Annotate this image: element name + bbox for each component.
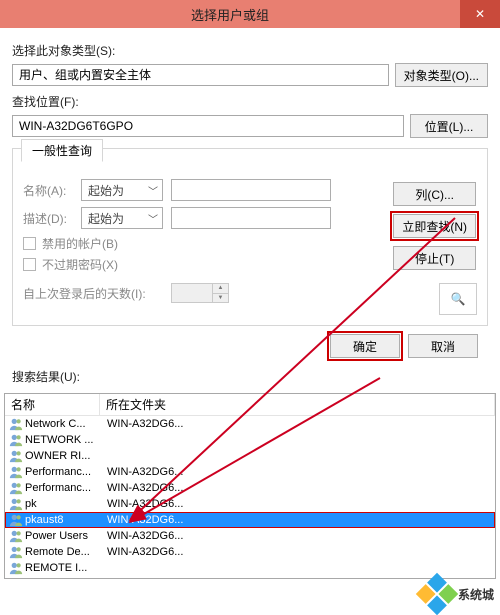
common-queries-tab[interactable]: 一般性查询 (21, 139, 103, 162)
table-row[interactable]: NETWORK ... (5, 432, 495, 448)
row-name: pkaust8 (25, 514, 103, 526)
close-icon: ✕ (475, 7, 485, 21)
last-login-stepper[interactable]: ▲▼ (171, 283, 229, 303)
user-group-icon (9, 545, 23, 559)
ok-button[interactable]: 确定 (330, 334, 400, 358)
row-name: Performanc... (25, 482, 103, 494)
table-row[interactable]: Network C...WIN-A32DG6... (5, 416, 495, 432)
table-row[interactable]: Performanc...WIN-A32DG6... (5, 480, 495, 496)
watermark-text: 系统城 (458, 586, 494, 603)
desc-mode-select[interactable]: 起始为﹀ (81, 207, 163, 229)
stop-button[interactable]: 停止(T) (393, 246, 476, 270)
object-type-label: 选择此对象类型(S): (12, 42, 488, 59)
watermark: 系统城 (422, 579, 494, 609)
row-name: Remote De... (25, 546, 103, 558)
user-group-icon (9, 481, 23, 495)
user-group-icon (9, 449, 23, 463)
user-group-icon (9, 513, 23, 527)
table-row[interactable]: Performanc...WIN-A32DG6... (5, 464, 495, 480)
location-label: 查找位置(F): (12, 93, 488, 110)
cancel-button[interactable]: 取消 (408, 334, 478, 358)
spin-up-icon[interactable]: ▲ (213, 284, 228, 294)
name-mode-select[interactable]: 起始为﹀ (81, 179, 163, 201)
row-name: REMOTE I... (25, 562, 103, 574)
table-row[interactable]: OWNER RI... (5, 448, 495, 464)
row-name: OWNER RI... (25, 450, 103, 462)
object-type-field[interactable]: 用户、组或内置安全主体 (12, 64, 389, 86)
col-folder[interactable]: 所在文件夹 (100, 394, 495, 415)
find-now-button[interactable]: 立即查找(N) (393, 214, 476, 238)
search-results-label: 搜索结果(U): (0, 368, 500, 389)
col-name[interactable]: 名称 (5, 394, 100, 415)
row-folder: WIN-A32DG6... (103, 546, 183, 558)
row-folder: WIN-A32DG6... (103, 578, 183, 579)
user-group-icon (9, 577, 23, 579)
row-folder: WIN-A32DG6... (103, 482, 183, 494)
row-folder: WIN-A32DG6... (103, 530, 183, 542)
table-row[interactable]: REMOTE I... (5, 560, 495, 576)
user-group-icon (9, 417, 23, 431)
last-login-label: 自上次登录后的天数(I): (23, 285, 163, 302)
locations-button[interactable]: 位置(L)... (410, 114, 488, 138)
row-name: Performanc... (25, 466, 103, 478)
location-field[interactable]: WIN-A32DG6T6GPO (12, 115, 404, 137)
row-name: pk (25, 498, 103, 510)
row-name: Network C... (25, 418, 103, 430)
results-header: 名称 所在文件夹 (5, 394, 495, 416)
columns-button[interactable]: 列(C)... (393, 182, 476, 206)
name-label: 名称(A): (23, 182, 73, 199)
watermark-logo-icon (416, 573, 458, 615)
table-row[interactable]: Remote De...WIN-A32DG6... (5, 544, 495, 560)
row-name: NETWORK ... (25, 434, 103, 446)
checkbox-box (23, 258, 36, 271)
row-folder: WIN-A32DG6... (103, 418, 183, 430)
row-name: Power Users (25, 530, 103, 542)
spin-down-icon[interactable]: ▼ (213, 294, 228, 303)
window-title: 选择用户或组 (0, 5, 460, 24)
chevron-down-icon: ﹀ (148, 211, 158, 226)
row-folder: WIN-A32DG6... (103, 466, 183, 478)
user-group-icon (9, 529, 23, 543)
desc-label: 描述(D): (23, 210, 73, 227)
checkbox-box (23, 237, 36, 250)
object-types-button[interactable]: 对象类型(O)... (395, 63, 488, 87)
search-icon-button[interactable]: 🔍 (439, 283, 477, 315)
table-row[interactable]: pkaust8WIN-A32DG6... (5, 512, 495, 528)
user-group-icon (9, 433, 23, 447)
name-input[interactable] (171, 179, 331, 201)
desc-input[interactable] (171, 207, 331, 229)
table-row[interactable]: Remote M...WIN-A32DG6... (5, 576, 495, 579)
user-group-icon (9, 497, 23, 511)
user-group-icon (9, 465, 23, 479)
search-icon: 🔍 (451, 292, 466, 306)
user-group-icon (9, 561, 23, 575)
table-row[interactable]: pkWIN-A32DG6... (5, 496, 495, 512)
table-row[interactable]: Power UsersWIN-A32DG6... (5, 528, 495, 544)
row-name: Remote M... (25, 578, 103, 579)
title-bar: 选择用户或组 ✕ (0, 0, 500, 28)
results-list[interactable]: 名称 所在文件夹 Network C...WIN-A32DG6...NETWOR… (4, 393, 496, 579)
row-folder: WIN-A32DG6... (103, 498, 183, 510)
chevron-down-icon: ﹀ (148, 183, 158, 198)
close-button[interactable]: ✕ (460, 0, 500, 28)
row-folder: WIN-A32DG6... (103, 514, 183, 526)
